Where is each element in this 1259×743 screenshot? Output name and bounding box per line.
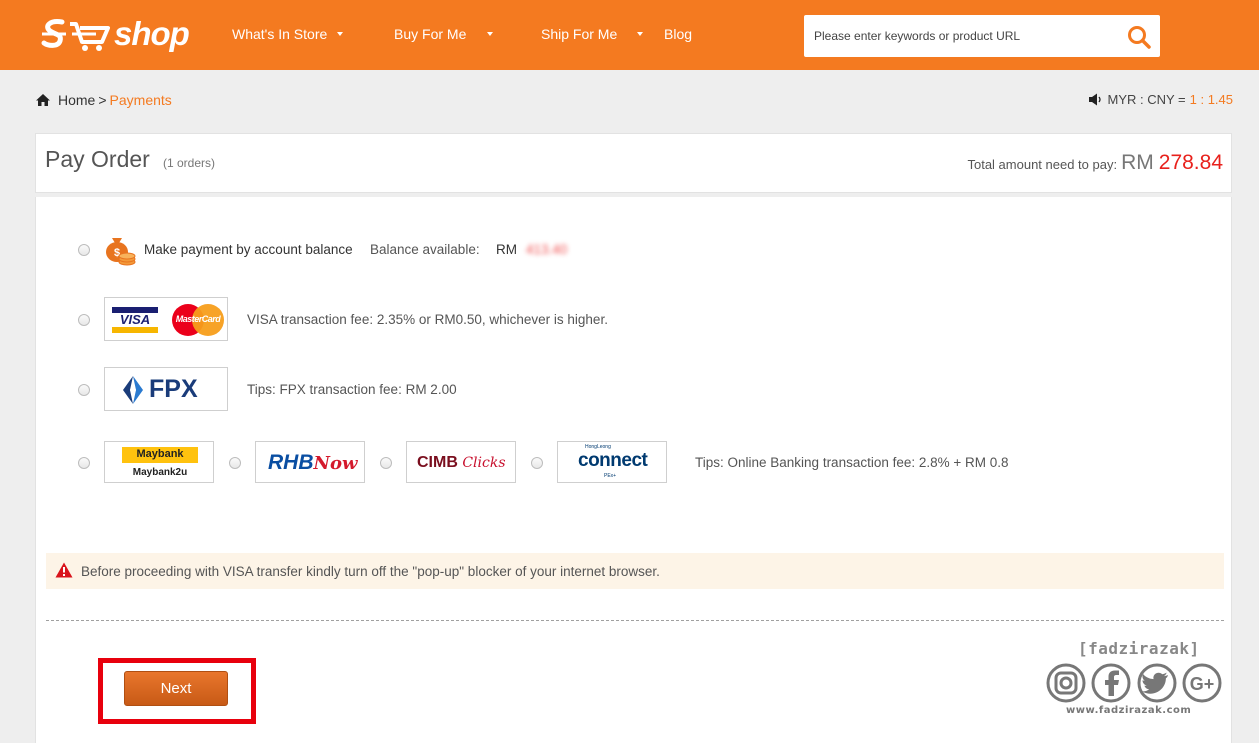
hongleong-connect-logo[interactable]: HongLeong connect PEx+ <box>557 441 667 483</box>
visa-logo: VISA <box>112 307 158 333</box>
breadcrumb-home[interactable]: Home <box>58 92 95 108</box>
balance-available-label: Balance available: <box>370 242 480 257</box>
breadcrumb: Home > Payments <box>35 92 172 108</box>
visa-radio[interactable] <box>78 314 90 326</box>
rhb-now-logo[interactable]: RHBNow <box>255 441 365 483</box>
nav-ship-for-me[interactable]: Ship For Me <box>541 26 617 42</box>
visa-fee-note: VISA transaction fee: 2.35% or RM0.50, w… <box>247 312 608 327</box>
nav-whats-in-store[interactable]: What's In Store <box>232 26 327 42</box>
social-icons: G+ <box>1046 663 1222 703</box>
chevron-down-icon[interactable] <box>487 32 493 36</box>
nav-blog[interactable]: Blog <box>664 26 692 42</box>
exchange-rate-label: MYR : CNY = <box>1107 92 1186 107</box>
total-value: 278.84 <box>1158 151 1223 174</box>
instagram-icon <box>1054 671 1078 695</box>
rhb-radio[interactable] <box>229 457 241 469</box>
exchange-rate-value: 1 : 1.45 <box>1189 92 1233 107</box>
google-plus-icon: G+ <box>1190 674 1215 694</box>
search-bar <box>804 15 1160 57</box>
balance-value: 413.40 <box>526 242 568 257</box>
payment-panel: $ Make payment by account balance Balanc… <box>35 197 1232 743</box>
logo-mark-icon <box>41 19 110 51</box>
chevron-down-icon[interactable] <box>337 32 343 36</box>
speaker-icon <box>1089 93 1102 106</box>
maybank-radio[interactable] <box>78 457 90 469</box>
search-icon[interactable] <box>1126 24 1152 50</box>
hongleong-radio[interactable] <box>531 457 543 469</box>
breadcrumb-current: Payments <box>109 92 172 108</box>
chevron-down-icon[interactable] <box>637 32 643 36</box>
money-bag-coins-icon: $ <box>106 238 136 266</box>
warning-text: Before proceeding with VISA transfer kin… <box>81 564 660 579</box>
top-header: shop What's In Store Buy For Me Ship For… <box>0 0 1259 70</box>
logo-text: shop <box>114 15 190 52</box>
warning-icon <box>55 562 73 578</box>
visa-mastercard-logo[interactable]: VISA MasterCard <box>104 297 228 341</box>
watermark-url: www.fadzirazak.com <box>1066 705 1192 716</box>
pay-order-header: Pay Order (1 orders) Total amount need t… <box>35 133 1232 193</box>
balance-radio[interactable] <box>78 244 90 256</box>
cimb-radio[interactable] <box>380 457 392 469</box>
online-banking-fee-note: Tips: Online Banking transaction fee: 2.… <box>695 455 1009 470</box>
maybank-logo[interactable]: Maybank Maybank2u <box>104 441 214 483</box>
search-input[interactable] <box>804 15 1114 57</box>
page-title: Pay Order <box>45 146 150 172</box>
facebook-icon <box>1105 670 1119 696</box>
watermark: [fadzirazak] G+ www.fadzirazak.com <box>1044 639 1234 719</box>
total-amount: Total amount need to pay: RM 278.84 <box>967 151 1223 175</box>
cimb-clicks-logo[interactable]: CIMB Clicks <box>406 441 516 483</box>
divider <box>46 620 1224 621</box>
fpx-fee-note: Tips: FPX transaction fee: RM 2.00 <box>247 382 457 397</box>
nav-buy-for-me[interactable]: Buy For Me <box>394 26 466 42</box>
popup-blocker-warning: Before proceeding with VISA transfer kin… <box>46 553 1224 589</box>
balance-currency: RM <box>496 242 517 257</box>
order-count: (1 orders) <box>163 156 216 170</box>
home-icon[interactable] <box>35 93 51 107</box>
fpx-mark-icon <box>123 376 143 404</box>
site-logo[interactable]: shop <box>40 14 190 54</box>
fpx-radio[interactable] <box>78 384 90 396</box>
balance-option-label: Make payment by account balance <box>144 242 353 257</box>
exchange-rate: MYR : CNY = 1 : 1.45 <box>1088 92 1233 107</box>
fpx-logo[interactable]: FPX <box>104 367 228 411</box>
mastercard-logo: MasterCard <box>172 304 224 336</box>
watermark-name: [fadzirazak] <box>1078 639 1200 658</box>
total-currency: RM <box>1121 151 1154 174</box>
total-label: Total amount need to pay: <box>967 157 1118 172</box>
twitter-icon <box>1142 672 1168 694</box>
next-button[interactable]: Next <box>124 671 228 706</box>
breadcrumb-separator: > <box>98 92 107 108</box>
